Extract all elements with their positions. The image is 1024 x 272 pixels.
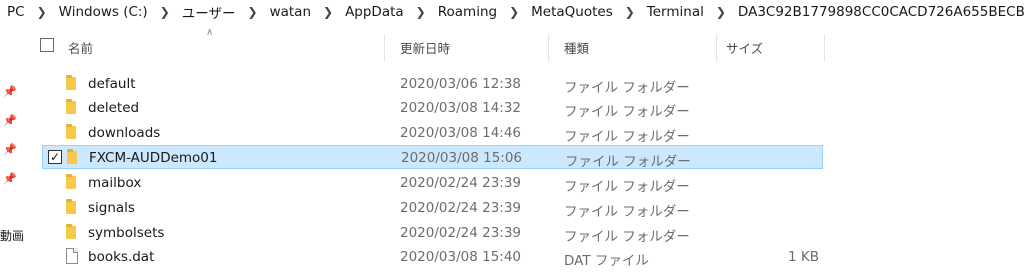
- file-size: 1 KB: [788, 249, 819, 265]
- breadcrumb-terminal-id[interactable]: DA3C92B1779898CC0CACD726A655BECB: [737, 4, 1024, 20]
- pin-icon[interactable]: 📌: [3, 86, 17, 98]
- column-header-size[interactable]: サイズ: [726, 38, 763, 57]
- column-divider[interactable]: [384, 34, 385, 62]
- column-divider[interactable]: [824, 34, 825, 62]
- chevron-right-icon[interactable]: ❯: [237, 5, 269, 19]
- breadcrumb-users[interactable]: ユーザー: [181, 2, 237, 22]
- list-item[interactable]: symbolsets 2020/02/24 23:39 ファイル フォルダー: [42, 221, 823, 245]
- file-type: ファイル フォルダー: [564, 229, 690, 245]
- column-header-name[interactable]: 名前: [68, 38, 93, 57]
- folder-icon: [67, 149, 77, 164]
- file-date: 2020/02/24 23:39: [400, 175, 522, 191]
- checkmark-icon: ✓: [49, 150, 61, 164]
- nav-item-videos[interactable]: 動画: [0, 227, 24, 244]
- pin-icon[interactable]: 📌: [3, 144, 17, 156]
- file-type: ファイル フォルダー: [564, 104, 690, 120]
- column-header-row: ∧ 名前 更新日時 種類 サイズ: [30, 24, 830, 68]
- list-item[interactable]: mailbox 2020/02/24 23:39 ファイル フォルダー: [42, 171, 823, 195]
- breadcrumb-appdata[interactable]: AppData: [344, 4, 405, 20]
- folder-icon: [66, 75, 76, 90]
- column-header-type[interactable]: 種類: [564, 38, 589, 57]
- file-name: downloads: [88, 125, 161, 141]
- file-icon: [66, 248, 78, 264]
- chevron-right-icon[interactable]: ❯: [405, 5, 437, 19]
- list-item[interactable]: downloads 2020/03/08 14:46 ファイル フォルダー: [42, 121, 823, 145]
- list-item[interactable]: signals 2020/02/24 23:39 ファイル フォルダー: [42, 196, 823, 220]
- pin-icon[interactable]: 📌: [3, 115, 17, 127]
- chevron-right-icon[interactable]: ❯: [705, 5, 737, 19]
- breadcrumb-user[interactable]: watan: [269, 4, 312, 20]
- file-type: ファイル フォルダー: [564, 179, 690, 195]
- list-item[interactable]: books.dat 2020/03/08 15:40 DAT ファイル 1 KB: [42, 245, 823, 269]
- file-name: books.dat: [88, 249, 155, 265]
- folder-icon: [66, 224, 76, 239]
- breadcrumb-pc[interactable]: PC: [6, 4, 26, 20]
- file-date: 2020/03/06 12:38: [400, 76, 522, 92]
- folder-icon: [66, 99, 76, 114]
- file-name: deleted: [88, 100, 140, 116]
- pin-icon[interactable]: 📌: [3, 173, 17, 185]
- row-checkbox[interactable]: ✓: [48, 150, 62, 164]
- list-item-selected[interactable]: ✓ FXCM-AUDDemo01 2020/03/08 15:06 ファイル フ…: [42, 145, 823, 170]
- select-all-checkbox[interactable]: [40, 38, 54, 52]
- file-type: ファイル フォルダー: [564, 129, 690, 145]
- file-type: ファイル フォルダー: [565, 154, 691, 170]
- breadcrumb-roaming[interactable]: Roaming: [437, 4, 498, 20]
- folder-icon: [66, 124, 76, 139]
- breadcrumb-metaquotes[interactable]: MetaQuotes: [530, 4, 614, 20]
- column-divider[interactable]: [716, 34, 717, 62]
- column-divider[interactable]: [548, 34, 549, 62]
- breadcrumb-terminal[interactable]: Terminal: [646, 4, 705, 20]
- file-name: FXCM-AUDDemo01: [89, 150, 218, 166]
- file-date: 2020/03/08 14:32: [400, 100, 522, 116]
- file-name: default: [88, 76, 136, 92]
- folder-icon: [66, 199, 76, 214]
- file-name: signals: [88, 200, 135, 216]
- file-date: 2020/02/24 23:39: [400, 200, 522, 216]
- sort-up-icon: ∧: [206, 27, 214, 38]
- list-item[interactable]: default 2020/03/06 12:38 ファイル フォルダー: [42, 72, 823, 96]
- address-bar[interactable]: PC ❯ Windows (C:) ❯ ユーザー ❯ watan ❯ AppDa…: [0, 0, 1024, 24]
- file-type: ファイル フォルダー: [564, 80, 690, 96]
- file-date: 2020/03/08 15:40: [400, 249, 522, 265]
- list-item[interactable]: deleted 2020/03/08 14:32 ファイル フォルダー: [42, 96, 823, 120]
- chevron-right-icon[interactable]: ❯: [614, 5, 646, 19]
- file-type: DAT ファイル: [564, 253, 649, 269]
- file-name: symbolsets: [88, 225, 165, 241]
- chevron-right-icon[interactable]: ❯: [498, 5, 530, 19]
- file-name: mailbox: [88, 175, 142, 191]
- chevron-right-icon[interactable]: ❯: [26, 5, 58, 19]
- chevron-right-icon[interactable]: ❯: [149, 5, 181, 19]
- file-type: ファイル フォルダー: [564, 204, 690, 220]
- column-header-date[interactable]: 更新日時: [400, 38, 450, 57]
- chevron-right-icon[interactable]: ❯: [312, 5, 344, 19]
- file-date: 2020/02/24 23:39: [400, 225, 522, 241]
- file-date: 2020/03/08 15:06: [401, 150, 523, 166]
- file-date: 2020/03/08 14:46: [400, 125, 522, 141]
- breadcrumb-drive[interactable]: Windows (C:): [58, 4, 149, 20]
- folder-icon: [66, 174, 76, 189]
